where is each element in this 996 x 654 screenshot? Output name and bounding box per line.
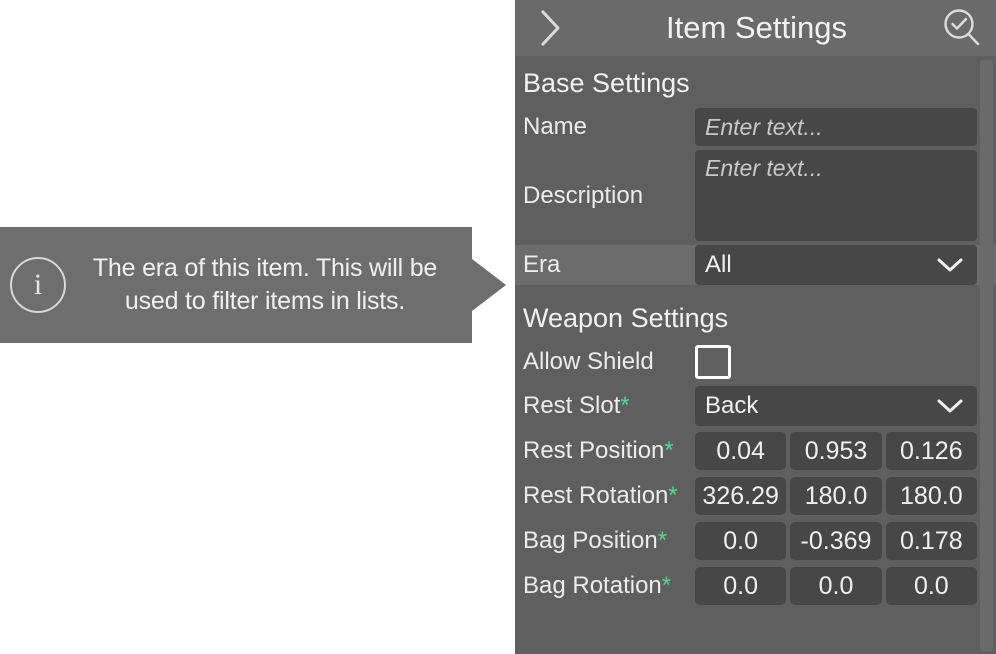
required-marker: * xyxy=(661,572,672,599)
rest-rotation-x[interactable]: 326.29 xyxy=(695,477,787,515)
rest-position-y[interactable]: 0.953 xyxy=(790,432,882,470)
label-text: Bag Rotation xyxy=(523,572,662,599)
label-rest-position: Rest Position* xyxy=(523,437,695,465)
name-input[interactable]: Enter text... xyxy=(695,108,977,146)
era-dropdown-value: All xyxy=(705,251,732,278)
tooltip: i The era of this item. This will be use… xyxy=(0,227,472,343)
required-marker: * xyxy=(664,437,674,464)
vector3-group: 0.0 -0.369 0.178 xyxy=(695,522,977,560)
rest-position-x[interactable]: 0.04 xyxy=(695,432,787,470)
rest-rotation-z[interactable]: 180.0 xyxy=(885,477,977,515)
row-allow-shield: Allow Shield xyxy=(515,343,996,381)
tooltip-text: The era of this item. This will be used … xyxy=(92,254,438,315)
bag-position-z[interactable]: 0.178 xyxy=(885,522,977,560)
label-text: Rest Rotation xyxy=(523,482,669,509)
label-bag-position: Bag Position* xyxy=(523,527,695,555)
chevron-down-icon xyxy=(935,396,965,416)
section-title-base: Base Settings xyxy=(523,68,690,98)
panel-header: Item Settings xyxy=(515,0,996,56)
field-group: Back xyxy=(695,386,977,426)
row-rest-slot: Rest Slot* Back xyxy=(515,385,996,427)
chevron-right-icon[interactable] xyxy=(529,6,573,50)
description-input[interactable]: Enter text... xyxy=(695,150,977,241)
page-title: Item Settings xyxy=(666,10,847,45)
label-era: Era xyxy=(523,251,561,278)
label-allow-shield: Allow Shield xyxy=(523,348,654,375)
label-rest-slot: Rest Slot* xyxy=(523,392,695,420)
row-bag-rotation: Bag Rotation* 0.0 0.0 0.0 xyxy=(515,566,996,606)
label-rest-rotation: Rest Rotation* xyxy=(523,482,695,510)
field-group: Enter text... xyxy=(695,150,977,241)
panel-body: Base Settings Name Enter text... Descrip… xyxy=(515,56,996,654)
rest-position-z[interactable]: 0.126 xyxy=(885,432,977,470)
rest-slot-dropdown-value: Back xyxy=(705,392,759,419)
allow-shield-checkbox[interactable] xyxy=(695,345,731,379)
label-text: Rest Position xyxy=(523,437,665,464)
row-name: Name Enter text... xyxy=(515,108,996,146)
tooltip-arrow xyxy=(472,259,506,311)
label-text: Rest Slot xyxy=(523,392,621,419)
label-text: Bag Position xyxy=(523,527,658,554)
search-check-icon[interactable] xyxy=(940,6,984,50)
required-marker: * xyxy=(668,482,678,509)
field-group: Enter text... xyxy=(695,108,977,146)
required-marker: * xyxy=(657,527,668,554)
row-rest-position: Rest Position* 0.04 0.953 0.126 xyxy=(515,431,996,471)
row-rest-rotation: Rest Rotation* 326.29 180.0 180.0 xyxy=(515,476,996,516)
info-icon: i xyxy=(10,257,66,313)
item-settings-panel: Item Settings Base Settings Name Enter t… xyxy=(515,0,996,654)
label-name: Name xyxy=(523,113,588,140)
label-bag-rotation: Bag Rotation* xyxy=(523,572,695,600)
vector3-group: 326.29 180.0 180.0 xyxy=(695,477,977,515)
rest-slot-dropdown[interactable]: Back xyxy=(695,386,977,426)
vector3-group: 0.04 0.953 0.126 xyxy=(695,432,977,470)
field-group: All xyxy=(695,245,977,285)
bag-rotation-y[interactable]: 0.0 xyxy=(790,567,882,605)
chevron-down-icon xyxy=(935,255,965,275)
era-dropdown[interactable]: All xyxy=(695,245,977,285)
vector3-group: 0.0 0.0 0.0 xyxy=(695,567,977,605)
field-group xyxy=(695,345,731,379)
row-bag-position: Bag Position* 0.0 -0.369 0.178 xyxy=(515,521,996,561)
rest-rotation-y[interactable]: 180.0 xyxy=(790,477,882,515)
bag-position-x[interactable]: 0.0 xyxy=(695,522,787,560)
bag-rotation-x[interactable]: 0.0 xyxy=(695,567,787,605)
label-description: Description xyxy=(523,181,644,209)
bag-rotation-z[interactable]: 0.0 xyxy=(885,567,977,605)
row-description: Description Enter text... xyxy=(515,150,996,241)
required-marker: * xyxy=(620,392,630,419)
section-title-weapon: Weapon Settings xyxy=(523,303,729,333)
bag-position-y[interactable]: -0.369 xyxy=(790,522,882,560)
row-era[interactable]: Era All xyxy=(515,245,996,285)
vertical-scrollbar[interactable] xyxy=(980,60,993,651)
